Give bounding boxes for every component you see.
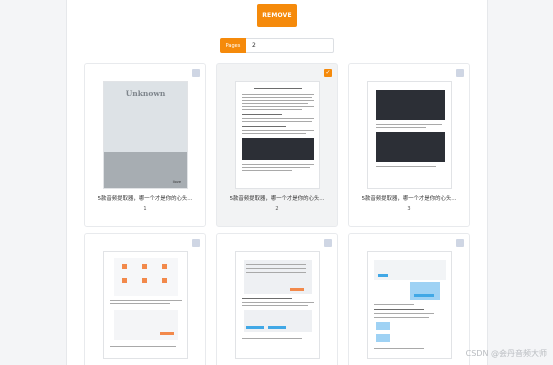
card-page-number: 1 <box>143 206 147 212</box>
page-card-5[interactable] <box>216 233 338 365</box>
checkbox-icon[interactable] <box>456 69 464 77</box>
page-card-3[interactable]: 5款音频提取器，哪一个才是你的心头... 3 <box>348 63 470 227</box>
pages-control: Pages <box>220 38 334 53</box>
card-page-number: 2 <box>275 206 279 212</box>
checkbox-icon[interactable]: ✓ <box>324 69 332 77</box>
card-title: 5款音频提取器，哪一个才是你的心头... <box>97 196 193 202</box>
cover-publisher: Ilove <box>172 180 181 184</box>
page-thumbnail-5[interactable] <box>235 251 320 359</box>
cover-title: Unknown <box>125 89 166 98</box>
checkbox-icon[interactable] <box>456 239 464 247</box>
pages-label: Pages <box>220 38 246 53</box>
card-title: 5款音频提取器，哪一个才是你的心头... <box>361 196 457 202</box>
page-thumbnail-3[interactable] <box>367 81 452 189</box>
checkbox-icon[interactable] <box>192 239 200 247</box>
card-title: 5款音频提取器，哪一个才是你的心头... <box>229 196 325 202</box>
page-card-4[interactable] <box>84 233 206 365</box>
checkbox-icon[interactable] <box>324 239 332 247</box>
page-thumbnail-6[interactable] <box>367 251 452 359</box>
checkbox-icon[interactable] <box>192 69 200 77</box>
watermark: CSDN @会丹音频大师 <box>465 349 547 358</box>
page-thumbnail-4[interactable] <box>103 251 188 359</box>
book-cover: Unknown Ilove <box>104 82 187 188</box>
page-thumbnail-1[interactable]: Unknown Ilove <box>103 81 188 189</box>
page-card-6[interactable] <box>348 233 470 365</box>
card-page-number: 3 <box>407 206 411 212</box>
page-thumbnail-2[interactable] <box>235 81 320 189</box>
remove-button[interactable]: REMOVE <box>257 4 297 27</box>
page-card-1[interactable]: Unknown Ilove 5款音频提取器，哪一个才是你的心头... 1 <box>84 63 206 227</box>
page-card-2[interactable]: ✓ 5款音频提取器，哪一个才是你的心头... 2 <box>216 63 338 227</box>
pages-input[interactable] <box>246 38 334 53</box>
